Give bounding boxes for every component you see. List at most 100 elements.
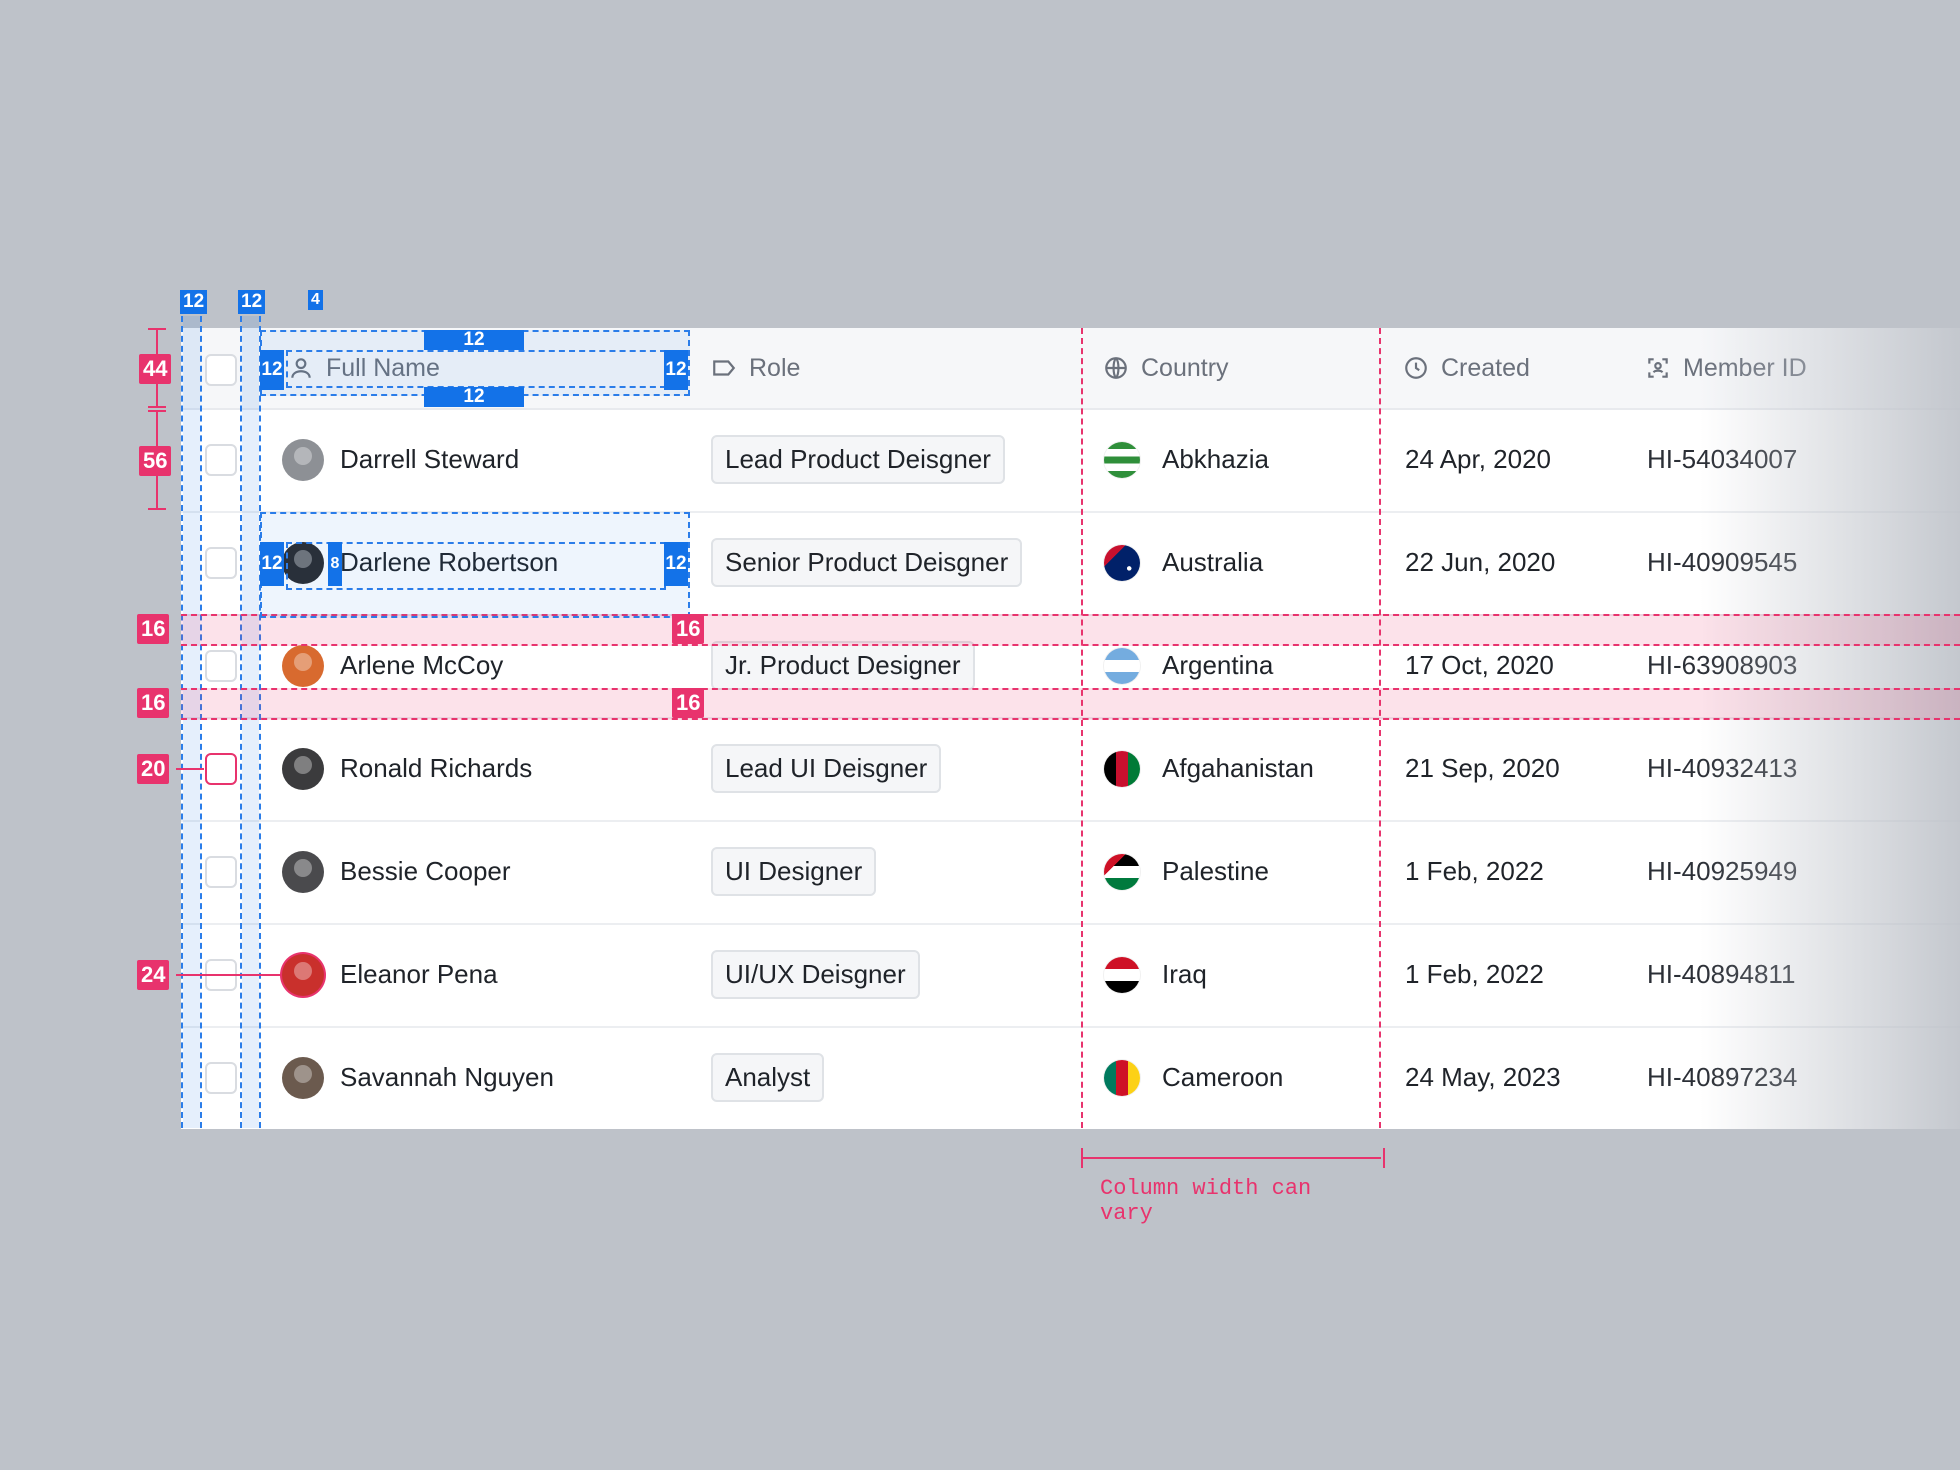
name-cell: Darrell Steward	[282, 408, 519, 511]
country-cell: Abkhazia	[1104, 408, 1269, 511]
row-gap-tag: 16	[672, 614, 705, 644]
table-row[interactable]: Ronald Richards Lead UI Deisgner Afgahan…	[181, 717, 1960, 822]
created-cell: 24 May, 2023	[1405, 1062, 1561, 1092]
role-pill: UI Designer	[711, 847, 877, 896]
row-gap-band	[181, 614, 1960, 646]
header-country[interactable]: Country	[1103, 328, 1363, 408]
created-cell: 1 Feb, 2022	[1405, 856, 1544, 886]
role-cell: Analyst	[711, 1026, 825, 1129]
column-width-line	[1081, 1157, 1381, 1159]
id-scan-icon	[1648, 358, 1668, 378]
members-table: Full Name Role Country Created Member ID…	[181, 328, 1960, 1129]
row-gap-tag: 16	[137, 614, 170, 644]
guide-line-pink	[1379, 328, 1381, 1128]
role-pill: Jr. Product Designer	[711, 641, 975, 690]
padding-block: 12	[260, 542, 284, 586]
padding-block: 12	[424, 329, 524, 350]
header-created[interactable]: Created	[1403, 328, 1643, 408]
avatar	[282, 850, 324, 893]
globe-icon	[1105, 357, 1127, 379]
padding-band-blue	[242, 316, 259, 1128]
flag-icon	[1104, 956, 1140, 993]
flag-icon	[1104, 1059, 1140, 1096]
member-id-cell: HI-54034007	[1647, 444, 1798, 474]
row-checkbox[interactable]	[205, 444, 237, 476]
created-cell: 22 Jun, 2020	[1405, 547, 1556, 577]
clock-icon	[1405, 357, 1427, 379]
created-cell: 1 Feb, 2022	[1405, 959, 1544, 989]
row-height-tag: 56	[139, 446, 172, 476]
row-checkbox[interactable]	[205, 1062, 237, 1094]
role-cell: Lead UI Deisgner	[711, 717, 942, 820]
guide-line-blue	[259, 316, 261, 1128]
row-checkbox[interactable]	[205, 547, 237, 579]
avatar-pointer	[176, 974, 282, 976]
table-row[interactable]: Bessie Cooper UI Designer Palestine 1 Fe…	[181, 820, 1960, 925]
flag-icon	[1104, 647, 1140, 684]
padding-tag: 12	[180, 290, 208, 314]
header-role[interactable]: Role	[711, 328, 1011, 408]
country-cell: Afgahanistan	[1104, 717, 1314, 820]
padding-block: 12	[664, 350, 688, 390]
role-pill: Senior Product Deisgner	[711, 538, 1023, 587]
role-pill: Analyst	[711, 1053, 825, 1102]
created-cell: 24 Apr, 2020	[1405, 444, 1552, 474]
role-cell: UI/UX Deisgner	[711, 923, 920, 1026]
padding-band-blue	[183, 316, 200, 1128]
row-content-box	[286, 542, 666, 590]
role-pill: Lead UI Deisgner	[711, 744, 942, 793]
gap-tag: 4	[308, 290, 323, 310]
role-pill: Lead Product Deisgner	[711, 435, 1005, 484]
name-cell: Eleanor Pena	[282, 923, 498, 1026]
table-row[interactable]: Savannah Nguyen Analyst Cameroon 24 May,…	[181, 1026, 1960, 1129]
country-cell: Australia	[1104, 511, 1263, 614]
row-gap-tag: 16	[137, 688, 170, 718]
avatar	[282, 953, 324, 996]
role-pill: UI/UX Deisgner	[711, 950, 920, 999]
row-checkbox[interactable]	[205, 856, 237, 888]
header-member-id[interactable]: Member ID	[1645, 328, 1905, 408]
row-gap-band	[181, 688, 1960, 720]
padding-tag: 12	[238, 290, 266, 314]
padding-block: 12	[664, 542, 688, 586]
tag-icon	[713, 360, 736, 376]
avatar	[282, 1056, 324, 1099]
flag-icon	[1104, 441, 1140, 478]
flag-icon	[1104, 750, 1140, 787]
table-row[interactable]: Eleanor Pena UI/UX Deisgner Iraq 1 Feb, …	[181, 923, 1960, 1028]
flag-icon	[1104, 544, 1140, 581]
avatar	[282, 438, 324, 481]
row-checkbox[interactable]	[205, 753, 237, 785]
row-gap-tag: 16	[672, 688, 705, 718]
member-id-cell: HI-40894811	[1647, 959, 1796, 989]
name-cell: Savannah Nguyen	[282, 1026, 554, 1129]
member-id-cell: HI-40897234	[1647, 1062, 1798, 1092]
select-all-checkbox[interactable]	[205, 354, 237, 386]
checkbox-size-tag: 20	[137, 754, 170, 784]
header-content-box	[286, 350, 666, 388]
created-cell: 21 Sep, 2020	[1405, 753, 1560, 783]
member-id-cell: HI-40925949	[1647, 856, 1798, 886]
role-cell: Senior Product Deisgner	[711, 511, 1023, 614]
role-cell: UI Designer	[711, 820, 877, 923]
name-cell: Bessie Cooper	[282, 820, 511, 923]
row-checkbox[interactable]	[205, 650, 237, 682]
avatar-size-tag: 24	[137, 960, 170, 990]
flag-icon	[1104, 853, 1140, 890]
member-id-cell: HI-40932413	[1647, 753, 1798, 783]
table-row[interactable]: Darrell Steward Lead Product Deisgner Ab…	[181, 408, 1960, 513]
avatar	[282, 644, 324, 687]
gap-block: 8	[328, 542, 342, 586]
padding-block: 12	[260, 350, 284, 390]
guide-line-pink	[1081, 328, 1083, 1128]
avatar	[282, 747, 324, 790]
country-cell: Cameroon	[1104, 1026, 1283, 1129]
role-cell: Lead Product Deisgner	[711, 408, 1005, 511]
guide-line-blue	[200, 316, 202, 1128]
country-cell: Palestine	[1104, 820, 1269, 923]
country-cell: Iraq	[1104, 923, 1207, 1026]
member-id-cell: HI-40909545	[1647, 547, 1798, 577]
header-height-tag: 44	[139, 354, 172, 384]
name-cell: Ronald Richards	[282, 717, 532, 820]
column-width-caption: Column width can vary	[1100, 1176, 1312, 1226]
